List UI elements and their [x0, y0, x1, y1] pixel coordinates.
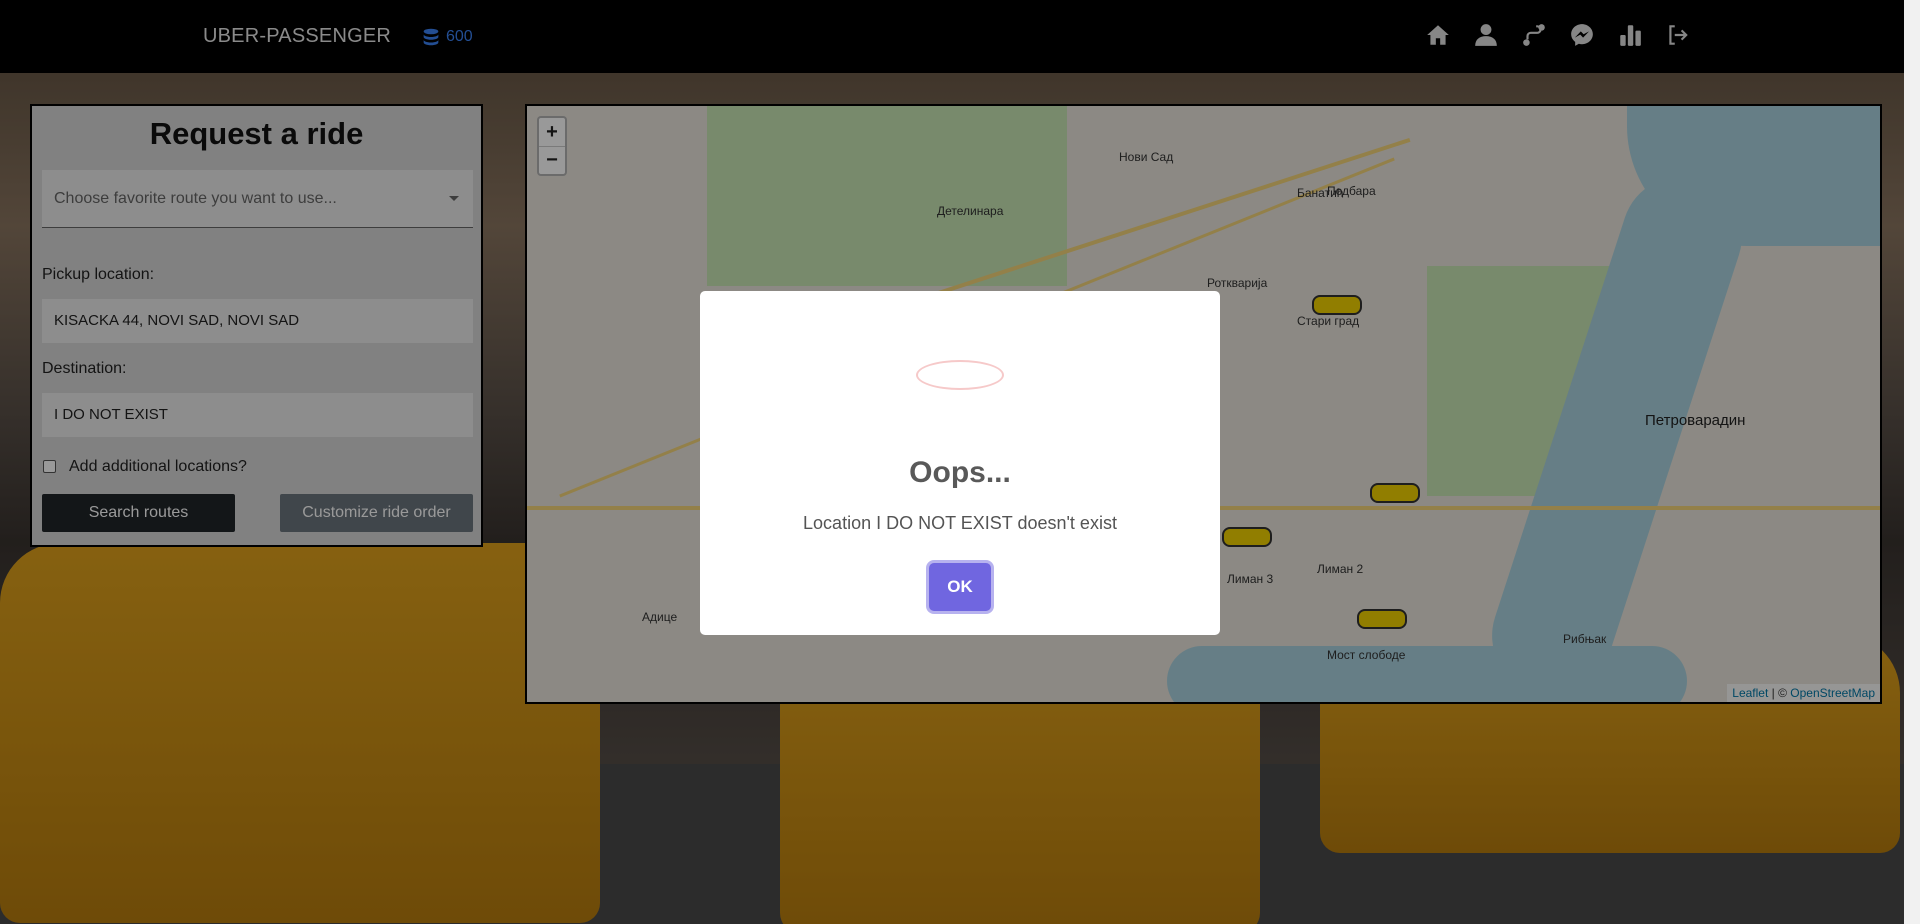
dialog-title: Oops... — [909, 456, 1011, 489]
error-dialog: Oops... Location I DO NOT EXIST doesn't … — [700, 291, 1220, 635]
dialog-message: Location I DO NOT EXIST doesn't exist — [803, 513, 1117, 533]
ok-button[interactable]: OK — [929, 563, 991, 611]
page-scrollbar[interactable] — [1904, 0, 1920, 924]
error-icon — [916, 360, 1004, 390]
